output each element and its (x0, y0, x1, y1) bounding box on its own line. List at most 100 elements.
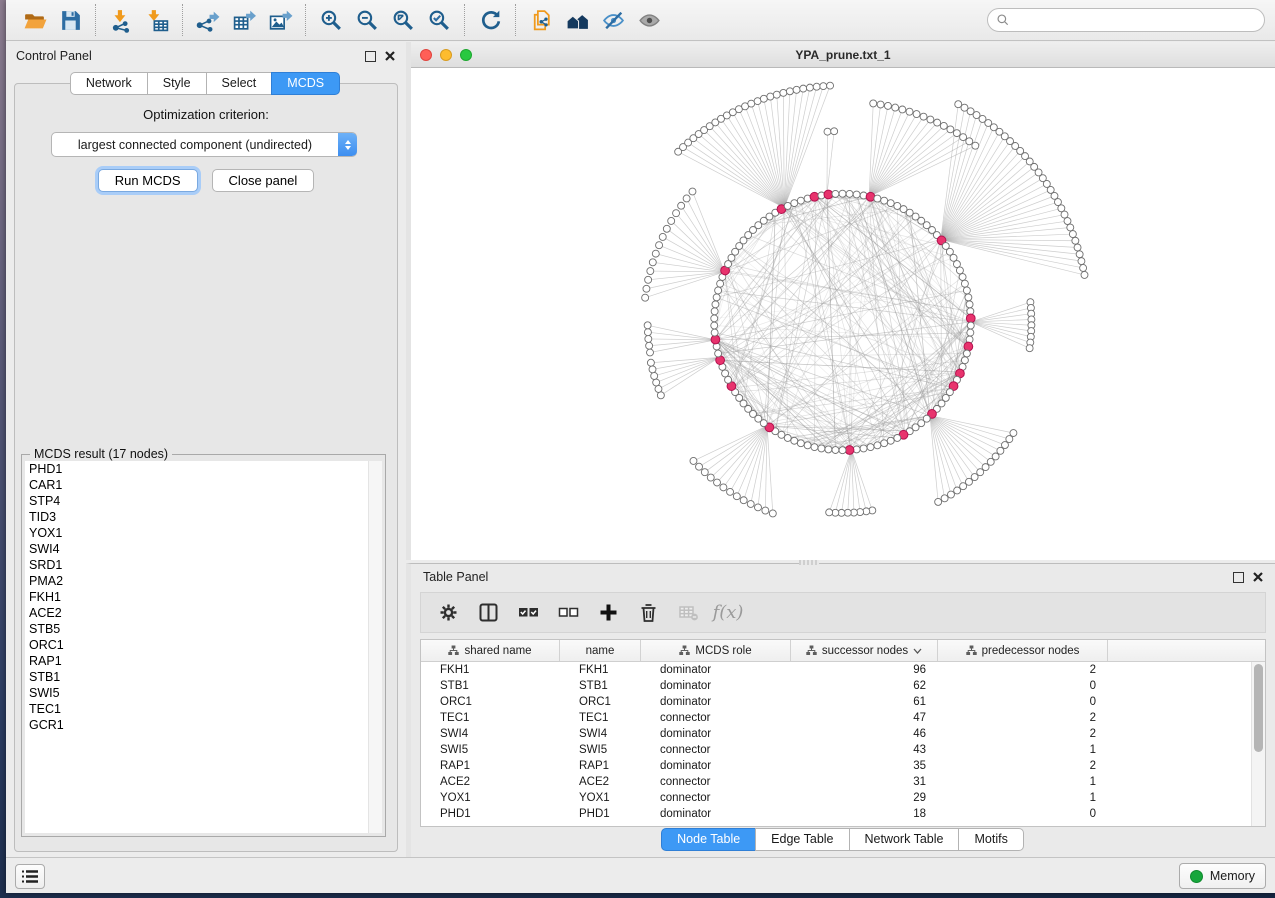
network-node[interactable] (646, 342, 653, 349)
table-row[interactable]: ORC1ORC1dominator610 (421, 694, 1265, 710)
network-node[interactable] (997, 447, 1004, 454)
network-node[interactable] (663, 225, 670, 232)
column-header-MCDS-role[interactable]: MCDS role (641, 640, 791, 661)
zoom-in-button[interactable] (313, 3, 349, 37)
table-scrollbar-thumb[interactable] (1254, 664, 1263, 752)
network-node[interactable] (1072, 237, 1079, 244)
list-item[interactable]: FKH1 (25, 589, 382, 605)
network-node[interactable] (720, 484, 727, 491)
mcds-result-list[interactable]: PHD1CAR1STP4TID3YOX1SWI4SRD1PMA2FKH1ACE2… (25, 461, 382, 833)
network-node[interactable] (647, 349, 654, 356)
network-node[interactable] (642, 294, 649, 301)
network-node[interactable] (748, 100, 755, 107)
network-node[interactable] (711, 308, 718, 315)
network-node[interactable] (711, 329, 718, 336)
network-node[interactable] (806, 84, 813, 91)
close-table-panel-icon[interactable] (1253, 572, 1263, 582)
dominator-node[interactable] (711, 335, 720, 344)
list-item[interactable]: SWI4 (25, 541, 382, 557)
box-pair-button[interactable] (553, 598, 583, 628)
network-node[interactable] (733, 493, 740, 500)
float-table-panel-icon[interactable] (1233, 572, 1244, 583)
tab-select[interactable]: Select (206, 72, 273, 95)
network-node[interactable] (960, 483, 967, 490)
network-node[interactable] (714, 479, 721, 486)
list-item[interactable]: ACE2 (25, 605, 382, 621)
network-node[interactable] (800, 85, 807, 92)
network-node[interactable] (673, 210, 680, 217)
table-row[interactable]: SWI5SWI5connector431 (421, 742, 1265, 758)
network-node[interactable] (860, 445, 867, 452)
network-node[interactable] (740, 497, 747, 504)
network-node[interactable] (653, 379, 660, 386)
zoom-selected-button[interactable] (421, 3, 457, 37)
network-node[interactable] (643, 285, 650, 292)
network-node[interactable] (645, 335, 652, 342)
network-node[interactable] (955, 101, 962, 108)
dominator-node[interactable] (824, 190, 833, 199)
column-header-name[interactable]: name (560, 640, 641, 661)
network-node[interactable] (831, 128, 838, 135)
network-node[interactable] (1067, 224, 1074, 231)
network-node[interactable] (715, 287, 722, 294)
table-row[interactable]: SWI4SWI4dominator462 (421, 726, 1265, 742)
check-pair-button[interactable] (513, 598, 543, 628)
network-node[interactable] (963, 350, 970, 357)
list-scrollbar[interactable] (368, 461, 382, 833)
dominator-node[interactable] (866, 192, 875, 201)
network-node[interactable] (825, 446, 832, 453)
network-node[interactable] (987, 458, 994, 465)
network-node[interactable] (647, 268, 654, 275)
network-node[interactable] (824, 128, 831, 135)
network-node[interactable] (887, 437, 894, 444)
zoom-out-button[interactable] (349, 3, 385, 37)
network-node[interactable] (713, 294, 720, 301)
run-mcds-button[interactable]: Run MCDS (98, 169, 198, 192)
hide-selected-button[interactable] (595, 3, 631, 37)
network-node[interactable] (967, 322, 974, 329)
network-node[interactable] (877, 101, 884, 108)
network-node[interactable] (892, 104, 899, 111)
network-node[interactable] (956, 267, 963, 274)
list-item[interactable]: YOX1 (25, 525, 382, 541)
network-node[interactable] (644, 329, 651, 336)
dominator-node[interactable] (964, 342, 973, 351)
save-session-button[interactable] (52, 3, 88, 37)
list-item[interactable]: PHD1 (25, 461, 382, 477)
network-node[interactable] (977, 469, 984, 476)
network-node[interactable] (1080, 264, 1087, 271)
network-node[interactable] (827, 82, 834, 89)
list-item[interactable]: CAR1 (25, 477, 382, 493)
tab-network[interactable]: Network (70, 72, 148, 95)
list-item[interactable]: GCR1 (25, 717, 382, 733)
network-node[interactable] (940, 122, 947, 129)
tab-motifs[interactable]: Motifs (958, 828, 1023, 851)
network-node[interactable] (965, 294, 972, 301)
network-node[interactable] (1081, 271, 1088, 278)
network-node[interactable] (935, 498, 942, 505)
network-node[interactable] (760, 95, 767, 102)
network-node[interactable] (747, 501, 754, 508)
network-node[interactable] (715, 350, 722, 357)
network-node[interactable] (711, 322, 718, 329)
network-node[interactable] (791, 200, 798, 207)
column-header-predecessor-nodes[interactable]: predecessor nodes (938, 640, 1108, 661)
network-node[interactable] (894, 435, 901, 442)
network-node[interactable] (668, 217, 675, 224)
table-row[interactable]: PHD1PHD1dominator180 (421, 806, 1265, 822)
zoom-fit-button[interactable] (385, 3, 421, 37)
network-node[interactable] (884, 102, 891, 109)
network-node[interactable] (649, 259, 656, 266)
table-row[interactable]: FKH1FKH1dominator962 (421, 662, 1265, 678)
network-node[interactable] (971, 474, 978, 481)
memory-button[interactable]: Memory (1179, 863, 1266, 889)
network-node[interactable] (899, 106, 906, 113)
network-node[interactable] (804, 442, 811, 449)
network-node[interactable] (839, 447, 846, 454)
tab-style[interactable]: Style (147, 72, 207, 95)
network-node[interactable] (972, 142, 979, 149)
column-header-shared-name[interactable]: shared name (421, 640, 560, 661)
network-node[interactable] (826, 509, 833, 516)
network-node[interactable] (820, 83, 827, 90)
network-graph[interactable] (411, 68, 1275, 560)
